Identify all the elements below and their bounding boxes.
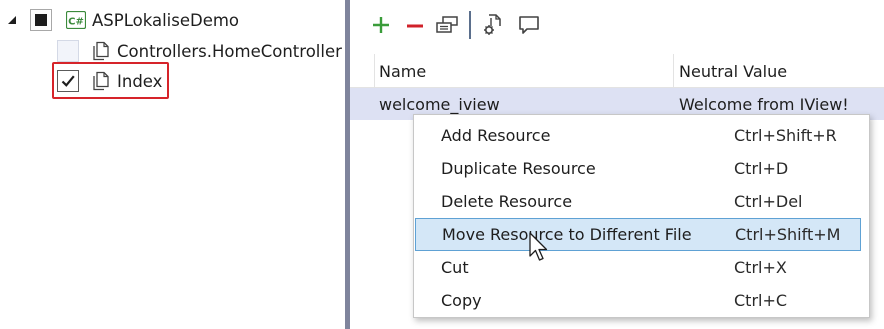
- tree-checkbox-homecontroller[interactable]: [57, 40, 79, 62]
- add-comment-button[interactable]: [516, 12, 542, 38]
- menu-item-label: Cut: [441, 258, 469, 277]
- csharp-project-icon: C#: [66, 10, 86, 30]
- menu-item-shortcut: Ctrl+C: [734, 291, 788, 310]
- toolbar-separator: [469, 11, 471, 39]
- menu-item-cut[interactable]: Cut Ctrl+X: [414, 251, 869, 284]
- comment-icon: [519, 16, 539, 34]
- menu-item-shortcut: Ctrl+Del: [734, 192, 803, 211]
- tree-node-label: ASPLokaliseDemo: [92, 10, 240, 30]
- menu-item-delete-resource[interactable]: Delete Resource Ctrl+Del: [414, 185, 869, 218]
- menu-item-label: Copy: [441, 291, 482, 310]
- column-header-name[interactable]: Name: [379, 54, 426, 88]
- highlight-annotation-box: [52, 62, 169, 99]
- column-header-neutral-value[interactable]: Neutral Value: [679, 54, 787, 88]
- menu-item-shortcut: Ctrl+X: [734, 258, 787, 277]
- menu-item-label: Add Resource: [441, 126, 551, 145]
- resource-settings-button[interactable]: [480, 12, 506, 38]
- add-icon: [373, 17, 389, 33]
- collapse-triangle-icon[interactable]: [6, 14, 18, 26]
- menu-item-copy[interactable]: Copy Ctrl+C: [414, 284, 869, 317]
- menu-item-label: Duplicate Resource: [441, 159, 596, 178]
- remove-icon: [407, 24, 423, 28]
- tree-checkbox-root[interactable]: [30, 9, 52, 31]
- column-divider[interactable]: [673, 54, 674, 88]
- tree-node-label: Controllers.HomeController: [117, 41, 342, 61]
- tree-node-root[interactable]: C# ASPLokaliseDemo: [6, 6, 239, 34]
- copy-resource-button[interactable]: [434, 12, 460, 38]
- grid-toolbar: [350, 0, 884, 50]
- resource-tree-pane: C# ASPLokaliseDemo Controllers.HomeContr…: [0, 0, 345, 329]
- grid-header: Name Neutral Value: [350, 54, 884, 88]
- tree-node-homecontroller[interactable]: Controllers.HomeController: [57, 37, 342, 65]
- resource-file-icon: [91, 41, 111, 61]
- menu-item-shortcut: Ctrl+Shift+M: [735, 225, 841, 244]
- translate-settings-icon: [484, 14, 501, 35]
- add-resource-button[interactable]: [368, 12, 394, 38]
- menu-item-add-resource[interactable]: Add Resource Ctrl+Shift+R: [414, 119, 869, 152]
- menu-item-move-resource[interactable]: Move Resource to Different File Ctrl+Shi…: [415, 218, 861, 251]
- mouse-pointer-icon: [529, 232, 548, 261]
- column-divider[interactable]: [374, 54, 375, 88]
- delete-resource-button[interactable]: [402, 12, 428, 38]
- menu-item-label: Delete Resource: [441, 192, 573, 211]
- copy-resource-icon: [436, 16, 458, 33]
- context-menu: Add Resource Ctrl+Shift+R Duplicate Reso…: [413, 114, 870, 318]
- svg-text:C#: C#: [68, 17, 84, 28]
- menu-item-duplicate-resource[interactable]: Duplicate Resource Ctrl+D: [414, 152, 869, 185]
- menu-item-shortcut: Ctrl+Shift+R: [734, 126, 837, 145]
- menu-item-shortcut: Ctrl+D: [734, 159, 789, 178]
- menu-item-label: Move Resource to Different File: [442, 225, 692, 244]
